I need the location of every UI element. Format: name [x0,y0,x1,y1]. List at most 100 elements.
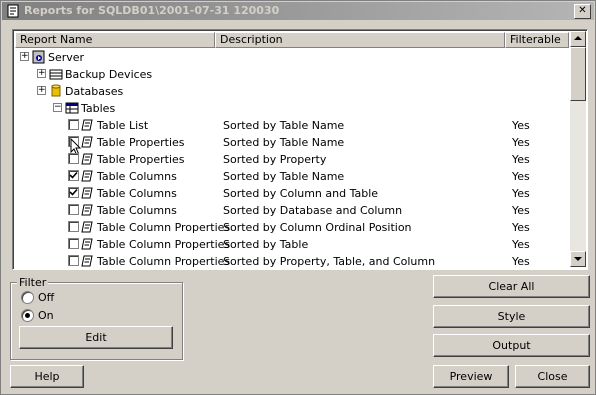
report-description: Sorted by Column Ordinal Position [223,221,412,234]
report-icon [81,170,93,182]
report-name: Table Column Properties [97,221,231,234]
filter-group-label: Filter [17,276,49,289]
tree-row-backup-devices[interactable]: + Backup Devices [15,66,567,83]
tree-label: Databases [65,85,124,98]
report-description: Sorted by Property, Table, and Column [223,255,436,268]
report-icon [81,153,93,165]
report-name: Table Columns [97,187,177,200]
report-row[interactable]: Table List Sorted by Table Name Yes [15,117,567,134]
report-checkbox[interactable] [68,221,79,232]
tree-row-server[interactable]: + Server [15,49,567,66]
report-row[interactable]: Table Columns Sorted by Column and Table… [15,185,567,202]
report-description: Sorted by Table Name [223,136,345,149]
report-filterable: Yes [512,153,530,166]
tree-label: Backup Devices [65,68,153,81]
report-name: Table Properties [97,153,185,166]
report-description: Sorted by Property [223,153,327,166]
checkmark-icon [69,171,78,179]
report-row[interactable]: Table Properties Sorted by Table Name Ye… [15,134,567,156]
expand-icon[interactable]: + [37,69,46,78]
report-row[interactable]: Table Columns Sorted by Database and Col… [15,202,567,219]
report-name: Table List [97,119,149,132]
report-name: Table Columns [97,170,177,183]
tree-row-databases[interactable]: + Databases [15,83,567,100]
database-icon [51,84,61,97]
checkmark-icon [69,188,78,196]
report-checkbox[interactable] [68,238,79,249]
close-window-button[interactable]: ✕ [574,4,591,19]
collapse-icon[interactable]: − [53,103,62,112]
filter-off-label: Off [38,291,55,304]
backup-devices-icon [49,69,63,80]
report-row[interactable]: Table Column Properties Sorted by Table … [15,236,567,253]
report-icon [81,119,93,131]
style-button[interactable]: Style [433,305,590,328]
report-checkbox-checked[interactable] [68,170,79,181]
report-checkbox-checked[interactable] [68,187,79,198]
clear-all-button[interactable]: Clear All [433,275,590,298]
report-icon [81,238,93,250]
arrow-down-icon [574,257,582,261]
report-checkbox[interactable] [68,119,79,130]
tree-label: Tables [81,102,116,115]
report-filterable: Yes [512,119,530,132]
column-header-filterable[interactable]: Filterable [505,32,569,48]
server-icon [32,50,45,64]
window-title: Reports for SQLDB01\2001-07-31 120030 [24,4,280,17]
report-icon [81,221,93,233]
close-button[interactable]: Close [515,365,590,388]
report-checkbox[interactable] [68,153,79,164]
report-icon [81,187,93,199]
output-button[interactable]: Output [433,334,590,357]
expand-icon[interactable]: + [37,86,46,95]
report-icon [81,204,93,216]
report-checkbox[interactable] [68,255,79,266]
report-icon [81,136,93,148]
radio-dot-icon [25,313,30,318]
expand-icon[interactable]: + [20,52,29,61]
report-row[interactable]: Table Columns Sorted by Table Name Yes [15,168,567,185]
column-header-description[interactable]: Description [215,32,505,48]
arrow-up-icon [574,36,582,40]
scroll-down-button[interactable] [570,251,586,267]
tree-row-tables[interactable]: − Tables [15,100,567,117]
report-checkbox[interactable] [68,204,79,215]
report-filterable: Yes [512,187,530,200]
tree-label: Server [48,51,85,64]
report-row[interactable]: Table Properties Sorted by Property Yes [15,151,567,168]
report-grid[interactable]: Report Name Description Filterable + Ser… [12,29,588,270]
close-icon: ✕ [578,5,587,16]
report-row[interactable]: Table Column Properties Sorted by Proper… [15,253,567,269]
edit-button[interactable]: Edit [19,326,173,349]
report-description: Sorted by Table Name [223,170,345,183]
report-filterable: Yes [512,136,530,149]
reports-dialog: Reports for SQLDB01\2001-07-31 120030 ✕ … [0,0,596,395]
filter-off-option[interactable]: Off [21,291,81,305]
report-filterable: Yes [512,255,530,268]
filter-on-label: On [38,309,54,322]
report-row[interactable]: Table Column Properties Sorted by Column… [15,219,567,236]
report-name: Table Column Properties [97,255,231,268]
report-filterable: Yes [512,204,530,217]
title-bar[interactable]: Reports for SQLDB01\2001-07-31 120030 ✕ [2,2,594,20]
report-icon [7,4,19,18]
radio-off[interactable] [21,291,34,304]
report-name: Table Column Properties [97,238,231,251]
report-icon [81,255,93,267]
report-name: Table Properties [97,136,185,149]
preview-button[interactable]: Preview [433,365,509,388]
vertical-scrollbar[interactable] [570,31,586,267]
report-description: Sorted by Column and Table [223,187,379,200]
help-button[interactable]: Help [10,365,84,388]
radio-on-selected[interactable] [21,309,34,322]
report-description: Sorted by Table Name [223,119,345,132]
tables-icon [65,102,79,114]
scroll-thumb[interactable] [570,47,586,101]
column-header-report-name[interactable]: Report Name [15,32,215,48]
grid-header: Report Name Description Filterable [15,32,569,48]
report-description: Sorted by Database and Column [223,204,403,217]
report-name: Table Columns [97,204,177,217]
filter-on-option[interactable]: On [21,309,81,323]
scroll-up-button[interactable] [570,31,586,47]
report-description: Sorted by Table [223,238,309,251]
